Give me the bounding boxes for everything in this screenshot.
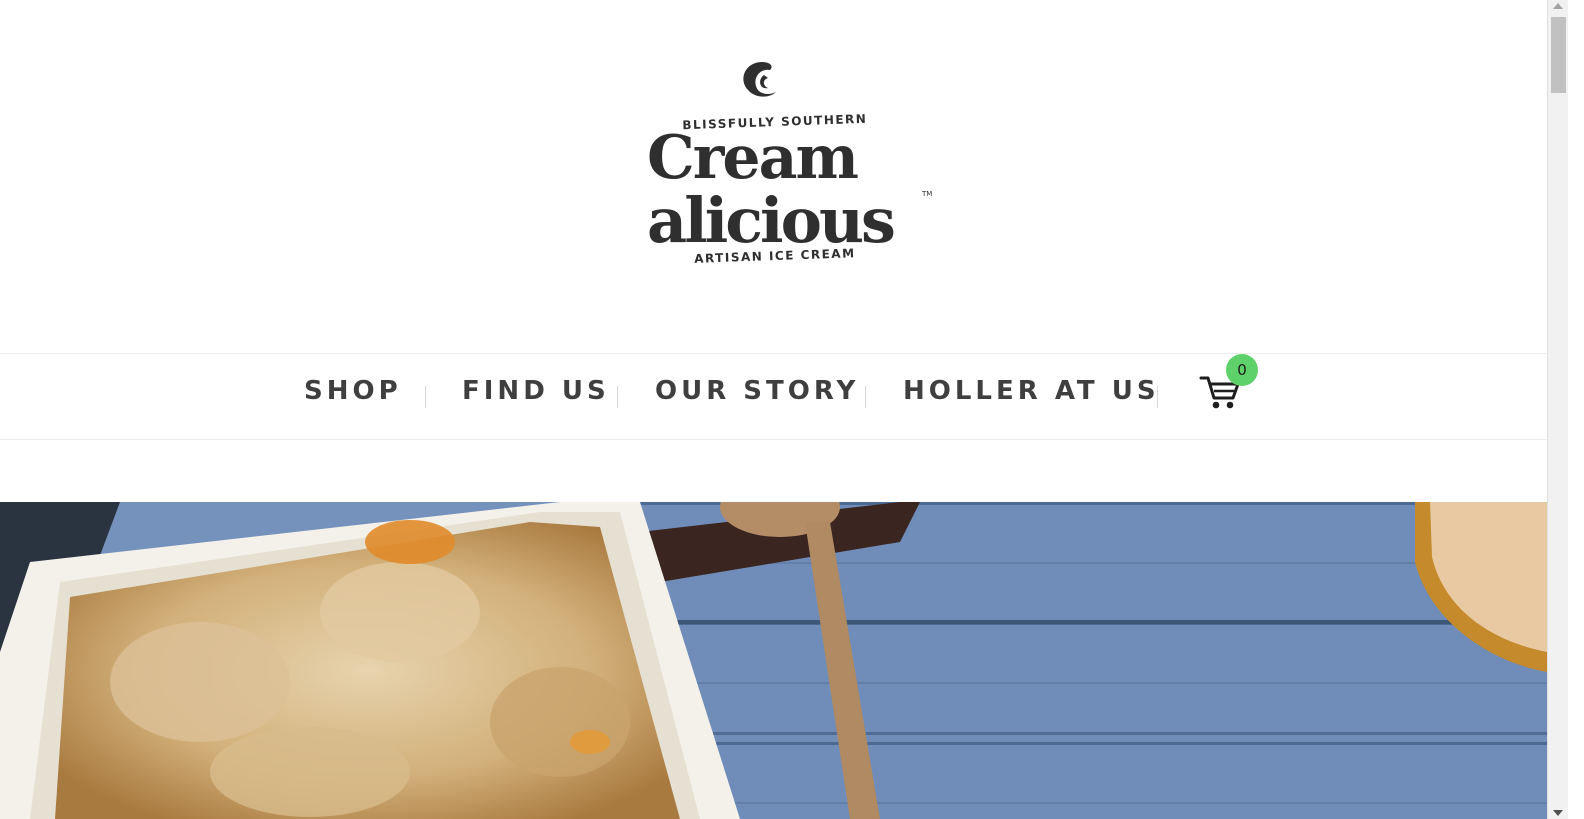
hero-image bbox=[0, 502, 1547, 819]
page: BLISSFULLY SOUTHERN Cream alicious TM AR… bbox=[0, 0, 1567, 819]
scroll-down-arrow-icon[interactable] bbox=[1553, 810, 1563, 816]
nav-find-us[interactable]: FIND US bbox=[462, 376, 610, 406]
cart-count-badge[interactable]: 0 bbox=[1226, 354, 1258, 386]
nav-divider bbox=[865, 386, 866, 408]
nav-our-story[interactable]: OUR STORY bbox=[655, 376, 859, 406]
logo-name-line2: alicious bbox=[647, 184, 894, 257]
hero-food-photo bbox=[0, 502, 1547, 819]
page-scrollbar[interactable] bbox=[1547, 0, 1568, 819]
window-edge bbox=[1568, 0, 1584, 819]
logo-name-line1: Cream bbox=[647, 123, 858, 193]
creamalicious-logo: BLISSFULLY SOUTHERN Cream alicious TM AR… bbox=[647, 62, 932, 266]
scroll-up-arrow-icon[interactable] bbox=[1553, 3, 1563, 9]
main-navigation: SHOP FIND US OUR STORY HOLLER AT US 0 bbox=[0, 353, 1547, 440]
nav-divider bbox=[617, 386, 618, 408]
nav-holler-at-us[interactable]: HOLLER AT US bbox=[903, 376, 1160, 406]
nav-shop[interactable]: SHOP bbox=[304, 376, 402, 406]
nav-divider bbox=[425, 386, 426, 408]
logo-trademark: TM bbox=[921, 190, 932, 198]
brand-logo[interactable]: BLISSFULLY SOUTHERN Cream alicious TM AR… bbox=[610, 50, 940, 280]
scrollbar-thumb[interactable] bbox=[1551, 17, 1566, 93]
nav-divider bbox=[1157, 386, 1158, 408]
